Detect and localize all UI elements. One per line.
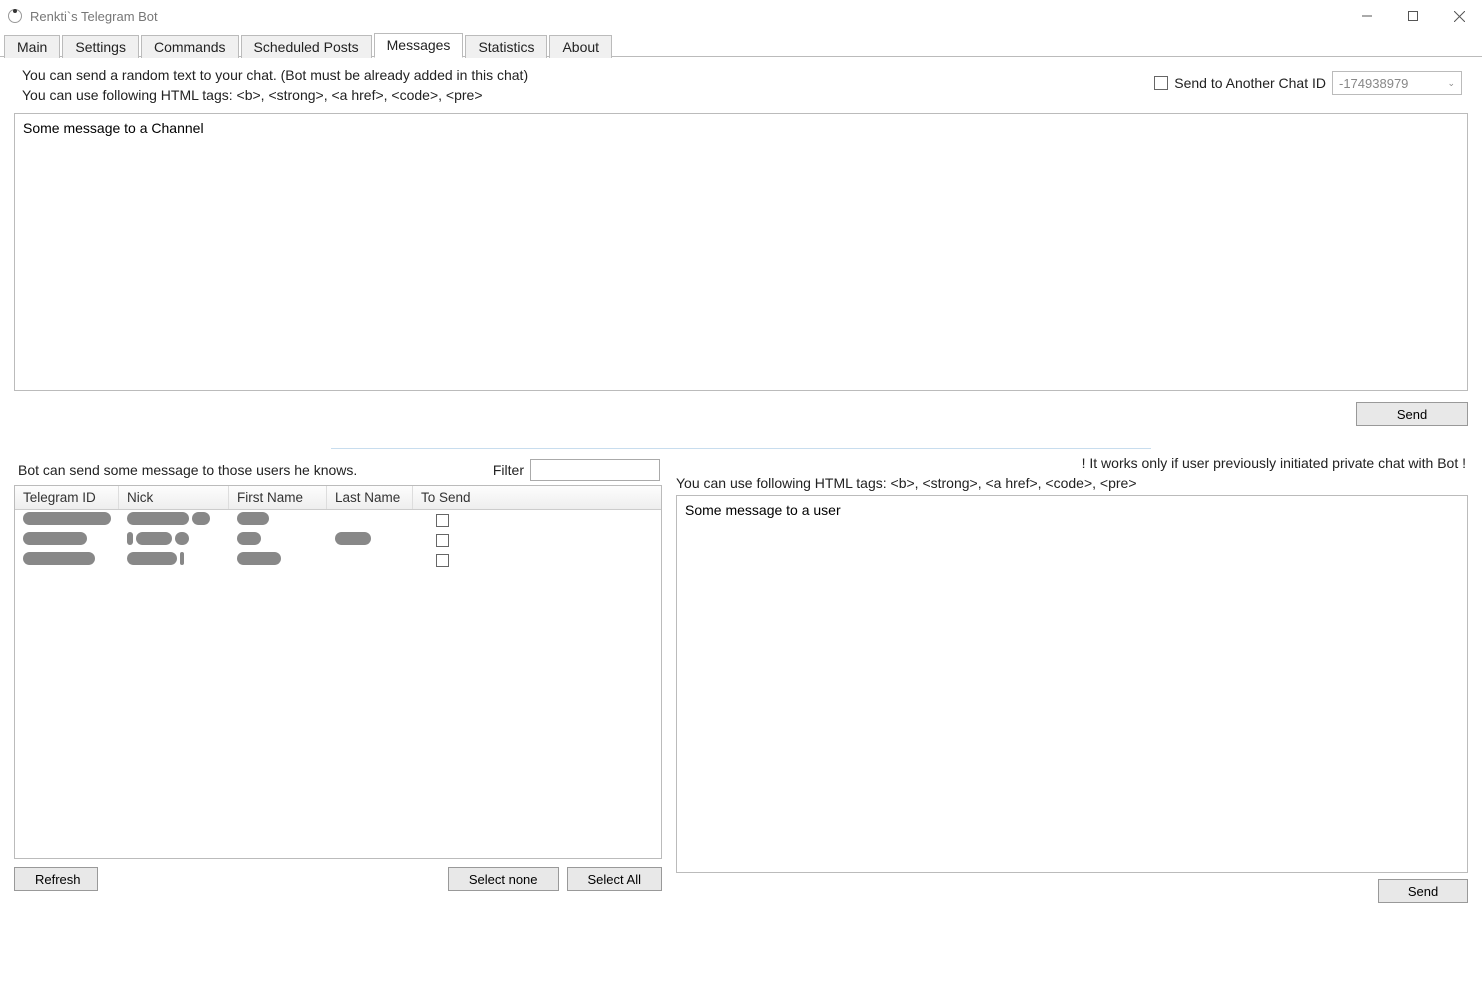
tab-bar: MainSettingsCommandsScheduled PostsMessa… [0,32,1482,57]
to-send-checkbox[interactable] [436,514,449,527]
info-text: You can send a random text to your chat.… [14,65,528,105]
tab-main[interactable]: Main [4,35,60,58]
chat-id-value: -174938979 [1339,76,1408,91]
filter-input[interactable] [530,459,660,481]
send-user-button[interactable]: Send [1378,879,1468,903]
col-nick[interactable]: Nick [119,486,229,509]
col-to-send[interactable]: To Send [413,486,471,509]
private-chat-notice: ! It works only if user previously initi… [676,453,1468,471]
to-send-checkbox[interactable] [436,554,449,567]
user-message-textarea[interactable] [676,495,1468,873]
send-another-checkbox[interactable] [1154,76,1168,90]
table-row[interactable] [15,550,661,570]
send-another-label: Send to Another Chat ID [1174,75,1326,91]
select-all-button[interactable]: Select All [567,867,662,891]
refresh-button[interactable]: Refresh [14,867,98,891]
tab-statistics[interactable]: Statistics [465,35,547,58]
filter-label: Filter [493,462,524,478]
tab-about[interactable]: About [549,35,612,58]
table-header: Telegram ID Nick First Name Last Name To… [15,486,661,510]
users-info: Bot can send some message to those users… [18,462,357,478]
channel-message-textarea[interactable] [14,113,1468,391]
window-title: Renkti`s Telegram Bot [30,9,158,24]
table-row[interactable] [15,510,661,530]
col-telegram-id[interactable]: Telegram ID [15,486,119,509]
select-none-button[interactable]: Select none [448,867,559,891]
chat-id-combo[interactable]: -174938979 ⌄ [1332,71,1462,95]
tab-commands[interactable]: Commands [141,35,239,58]
tab-settings[interactable]: Settings [62,35,139,58]
tab-scheduled-posts[interactable]: Scheduled Posts [241,35,372,58]
info-line-2: You can use following HTML tags: <b>, <s… [22,85,528,105]
titlebar: Renkti`s Telegram Bot [0,0,1482,32]
maximize-button[interactable] [1390,0,1436,32]
col-last-name[interactable]: Last Name [327,486,413,509]
divider [331,448,1151,449]
app-icon [8,9,22,23]
to-send-checkbox[interactable] [436,534,449,547]
close-button[interactable] [1436,0,1482,32]
send-channel-button[interactable]: Send [1356,402,1468,426]
info-line-1: You can send a random text to your chat.… [22,65,528,85]
minimize-button[interactable] [1344,0,1390,32]
tab-messages[interactable]: Messages [374,33,464,58]
chevron-down-icon: ⌄ [1447,78,1455,89]
table-row[interactable] [15,530,661,550]
tags-info-user: You can use following HTML tags: <b>, <s… [676,471,1468,491]
users-table: Telegram ID Nick First Name Last Name To… [14,485,662,859]
col-first-name[interactable]: First Name [229,486,327,509]
window-controls [1344,0,1482,32]
